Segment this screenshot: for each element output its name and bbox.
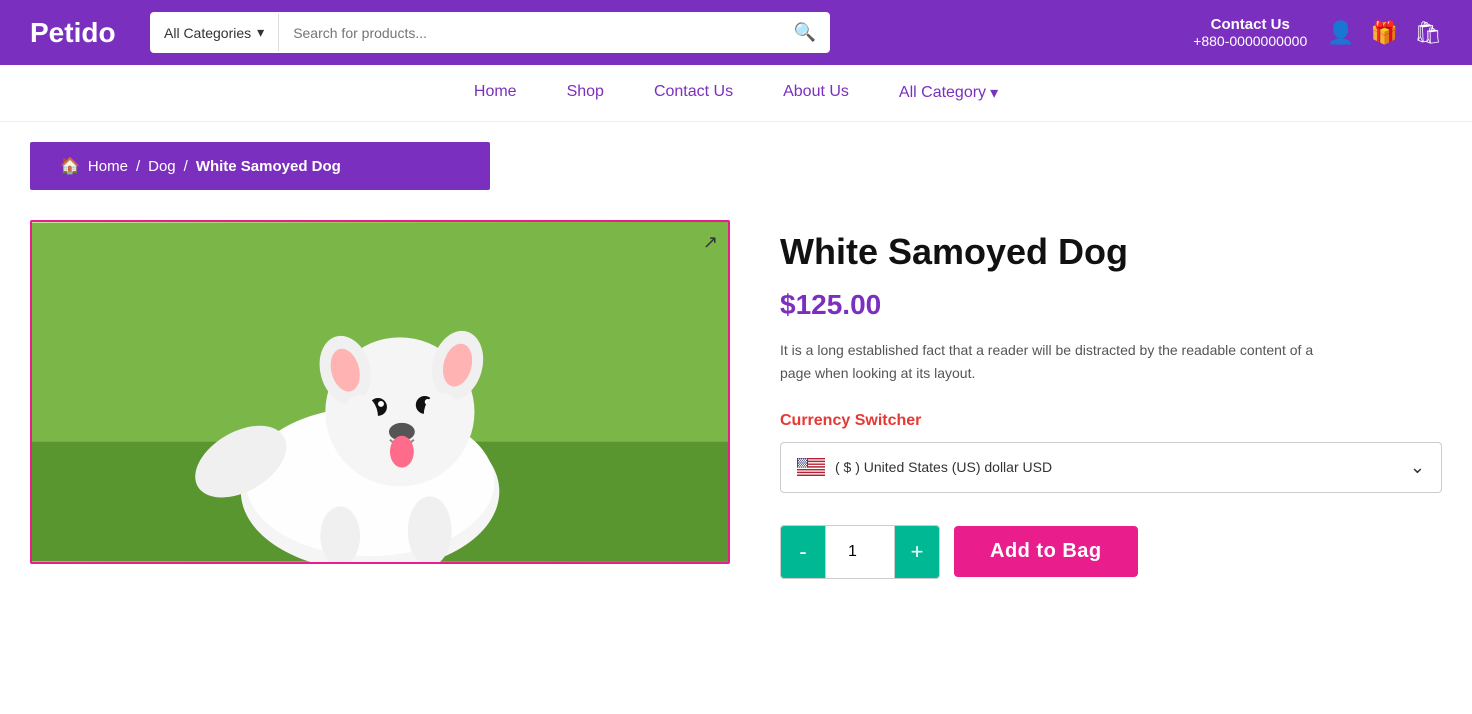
breadcrumb-sep-2: / [184,158,188,175]
breadcrumb-current: White Samoyed Dog [196,158,341,175]
header-right: Contact Us +880-0000000000 👤 🎁 🛍 [1193,16,1442,49]
nav-home[interactable]: Home [474,83,517,103]
quantity-wrapper: - + [780,525,940,579]
currency-left: ( $ ) United States (US) dollar USD [797,458,1052,476]
cart-icon[interactable]: 🛍 [1414,20,1442,46]
add-to-bag-row: - + Add to Bag [780,525,1442,579]
site-header: Petido All Categories ▾ 🔍 Contact Us +88… [0,0,1472,65]
product-title: White Samoyed Dog [780,230,1442,273]
nav-about-us[interactable]: About Us [783,83,849,103]
category-chevron-icon: ▾ [257,24,264,41]
site-logo[interactable]: Petido [30,17,130,49]
product-section: ↗ White Samoyed Dog $125.00 It is a long… [0,210,1472,619]
home-icon: 🏠 [60,156,80,176]
nav-all-cat-label: All Category [899,84,986,102]
product-image-wrapper: ↗ [30,220,730,564]
contact-phone: +880-0000000000 [1193,33,1307,49]
search-input[interactable] [279,15,779,51]
expand-icon[interactable]: ↗ [703,232,718,253]
product-description: It is a long established fact that a rea… [780,339,1320,384]
breadcrumb-home[interactable]: Home [88,158,128,175]
breadcrumb-sep-1: / [136,158,140,175]
contact-title: Contact Us [1193,16,1307,33]
nav-all-category[interactable]: All Category ▾ [899,83,998,103]
currency-chevron-icon: ⌄ [1410,457,1425,478]
quantity-input[interactable] [825,526,895,578]
search-icon: 🔍 [794,22,816,42]
search-bar: All Categories ▾ 🔍 [150,12,830,53]
contact-info: Contact Us +880-0000000000 [1193,16,1307,49]
category-dropdown[interactable]: All Categories ▾ [150,14,279,51]
main-nav: Home Shop Contact Us About Us All Catego… [0,65,1472,122]
breadcrumb-dog[interactable]: Dog [148,158,176,175]
category-label: All Categories [164,25,251,41]
quantity-increase-button[interactable]: + [895,526,939,578]
us-flag-icon [797,458,825,476]
breadcrumb: 🏠 Home / Dog / White Samoyed Dog [30,142,490,190]
add-to-bag-button[interactable]: Add to Bag [954,526,1138,577]
currency-switcher-label: Currency Switcher [780,412,1442,430]
search-button[interactable]: 🔍 [780,12,830,53]
currency-option-label: ( $ ) United States (US) dollar USD [835,459,1052,475]
nav-contact-us[interactable]: Contact Us [654,83,733,103]
header-icons: 👤 🎁 🛍 [1327,20,1442,46]
currency-dropdown[interactable]: ( $ ) United States (US) dollar USD ⌄ [780,442,1442,493]
product-details: White Samoyed Dog $125.00 It is a long e… [780,220,1442,579]
product-image [32,222,728,562]
user-icon[interactable]: 👤 [1327,20,1354,46]
quantity-decrease-button[interactable]: - [781,526,825,578]
nav-shop[interactable]: Shop [567,83,604,103]
product-price: $125.00 [780,289,1442,321]
nav-all-cat-chevron: ▾ [990,83,998,103]
gift-icon[interactable]: 🎁 [1371,20,1398,46]
